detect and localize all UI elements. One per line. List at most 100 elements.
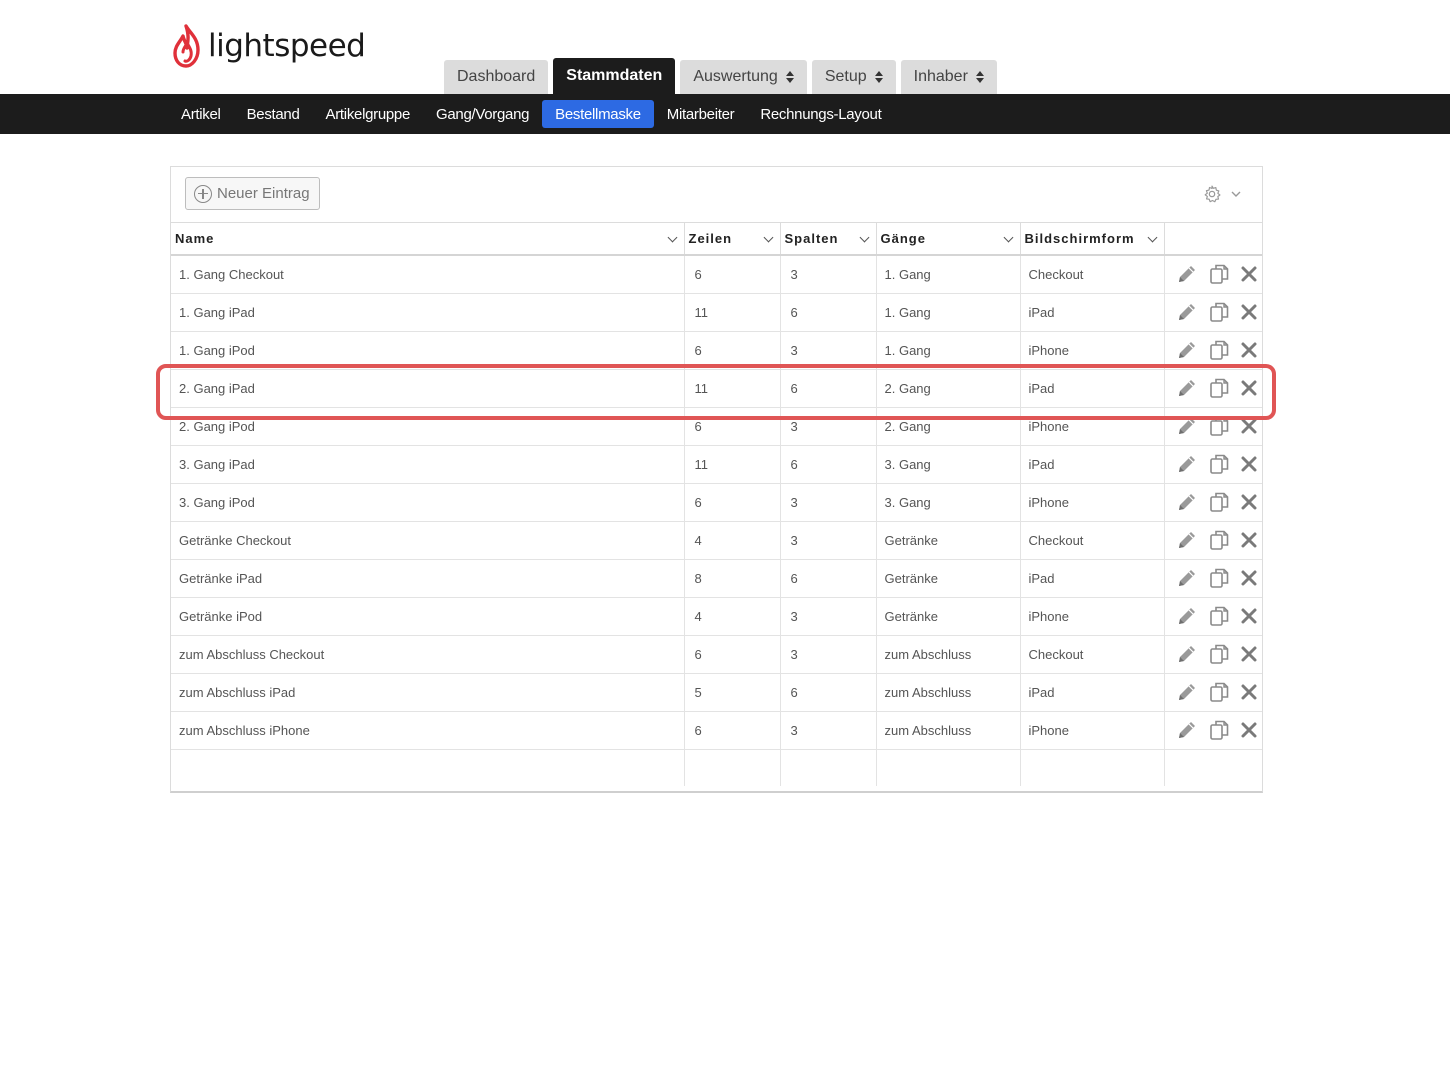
tab-setup[interactable]: Setup [811,60,896,94]
pencil-icon[interactable] [1175,300,1199,324]
column-header-gaenge[interactable]: Gänge [876,223,1021,256]
close-icon[interactable] [1239,606,1259,626]
close-icon[interactable] [1239,682,1259,702]
pencil-icon[interactable] [1175,414,1199,438]
table-cell: 3 [780,255,877,294]
table-cell: 3. Gang iPad [171,445,685,484]
lightspeed-logo[interactable]: lightspeed [172,24,366,68]
pencil-icon[interactable] [1175,566,1199,590]
table-cell: iPad [1020,559,1165,598]
table-cell: 1. Gang [876,293,1021,332]
close-icon[interactable] [1239,340,1259,360]
table-row[interactable]: zum Abschluss iPhone 6 3 zum Abschluss iPhon… [171,711,1262,750]
chevron-down-icon[interactable] [1003,232,1013,243]
table-cell: 3. Gang iPod [171,483,685,522]
table-row[interactable]: 1. Gang iPod 6 3 1. Gang iPhone [171,331,1262,370]
table-row[interactable]: Getränke Checkout 4 3 Getränke Checkout [171,521,1262,560]
table-row[interactable]: zum Abschluss iPad 5 6 zum Abschluss iPad [171,673,1262,712]
copy-icon[interactable] [1207,262,1231,286]
table-cell: 1. Gang Checkout [171,255,685,294]
grid-settings[interactable] [1202,184,1242,204]
pencil-icon[interactable] [1175,528,1199,552]
close-icon[interactable] [1239,302,1259,322]
table-cell: Checkout [1020,521,1165,560]
table-row[interactable]: 2. Gang iPod 6 3 2. Gang iPhone [171,407,1262,446]
table-row[interactable]: Getränke iPod 4 3 Getränke iPhone [171,597,1262,636]
copy-icon[interactable] [1207,566,1231,590]
chevron-down-icon[interactable] [763,232,773,243]
table-row[interactable]: 3. Gang iPad 11 6 3. Gang iPad [171,445,1262,484]
empty-cell [1164,749,1262,786]
copy-icon[interactable] [1207,680,1231,704]
table-cell: 3 [780,483,877,522]
copy-icon[interactable] [1207,642,1231,666]
empty-cell [780,749,877,786]
tab-inhaber[interactable]: Inhaber [900,60,997,94]
chevron-down-icon [1231,191,1241,197]
close-icon[interactable] [1239,568,1259,588]
tab-auswertung[interactable]: Auswertung [680,60,807,94]
table-cell: 3 [780,597,877,636]
chevron-down-icon[interactable] [859,232,869,243]
table-cell: 6 [684,711,781,750]
pencil-icon[interactable] [1175,680,1199,704]
copy-icon[interactable] [1207,414,1231,438]
pencil-icon[interactable] [1175,718,1199,742]
copy-icon[interactable] [1207,376,1231,400]
close-icon[interactable] [1239,416,1259,436]
column-header-zeilen[interactable]: Zeilen [684,223,781,256]
table-row[interactable]: Getränke iPad 8 6 Getränke iPad [171,559,1262,598]
column-header-name[interactable]: Name [171,223,685,256]
table-cell: Getränke [876,597,1021,636]
table-cell: zum Abschluss [876,711,1021,750]
empty-cell [171,749,685,786]
pencil-icon[interactable] [1175,338,1199,362]
tab-stammdaten[interactable]: Stammdaten [553,58,676,94]
pencil-icon[interactable] [1175,376,1199,400]
table-row[interactable]: 1. Gang Checkout 6 3 1. Gang Checkout [171,255,1262,294]
pencil-icon[interactable] [1175,604,1199,628]
copy-icon[interactable] [1207,528,1231,552]
subnav-bestellmaske[interactable]: Bestellmaske [542,100,654,128]
close-icon[interactable] [1239,720,1259,740]
close-icon[interactable] [1239,492,1259,512]
copy-icon[interactable] [1207,300,1231,324]
pencil-icon[interactable] [1175,642,1199,666]
pencil-icon[interactable] [1175,452,1199,476]
close-icon[interactable] [1239,644,1259,664]
column-header-spalten[interactable]: Spalten [780,223,877,256]
table-row[interactable]: 1. Gang iPad 11 6 1. Gang iPad [171,293,1262,332]
subnav-bestand[interactable]: Bestand [234,100,313,128]
new-entry-button[interactable]: Neuer Eintrag [185,177,320,210]
table-cell: Getränke iPad [171,559,685,598]
subnav-artikelgruppe[interactable]: Artikelgruppe [313,100,423,128]
table-cell: 2. Gang iPod [171,407,685,446]
copy-icon[interactable] [1207,604,1231,628]
copy-icon[interactable] [1207,718,1231,742]
pencil-icon[interactable] [1175,490,1199,514]
subnav-gang-vorgang[interactable]: Gang/Vorgang [423,100,542,128]
table-row[interactable]: 3. Gang iPod 6 3 3. Gang iPhone [171,483,1262,522]
table-row[interactable]: zum Abschluss Checkout 6 3 zum Abschluss Che… [171,635,1262,674]
table-cell: 4 [684,521,781,560]
column-header-bildschirmform[interactable]: Bildschirmform [1020,223,1165,256]
close-icon[interactable] [1239,454,1259,474]
tab-dashboard[interactable]: Dashboard [444,60,549,94]
close-icon[interactable] [1239,378,1259,398]
copy-icon[interactable] [1207,490,1231,514]
copy-icon[interactable] [1207,338,1231,362]
subnav-rechnungs-layout[interactable]: Rechnungs-Layout [747,100,894,128]
table-cell: zum Abschluss Checkout [171,635,685,674]
chevron-down-icon[interactable] [1147,232,1157,243]
copy-icon[interactable] [1207,452,1231,476]
close-icon[interactable] [1239,264,1259,284]
subnav-artikel[interactable]: Artikel [168,100,234,128]
table-cell: 3 [780,521,877,560]
table-row[interactable]: 2. Gang iPad 11 6 2. Gang iPad [171,369,1262,408]
close-icon[interactable] [1239,530,1259,550]
pencil-icon[interactable] [1175,262,1199,286]
table-cell: 6 [780,673,877,712]
subnav-mitarbeiter[interactable]: Mitarbeiter [654,100,748,128]
table-cell: 6 [780,445,877,484]
chevron-down-icon[interactable] [667,232,677,243]
